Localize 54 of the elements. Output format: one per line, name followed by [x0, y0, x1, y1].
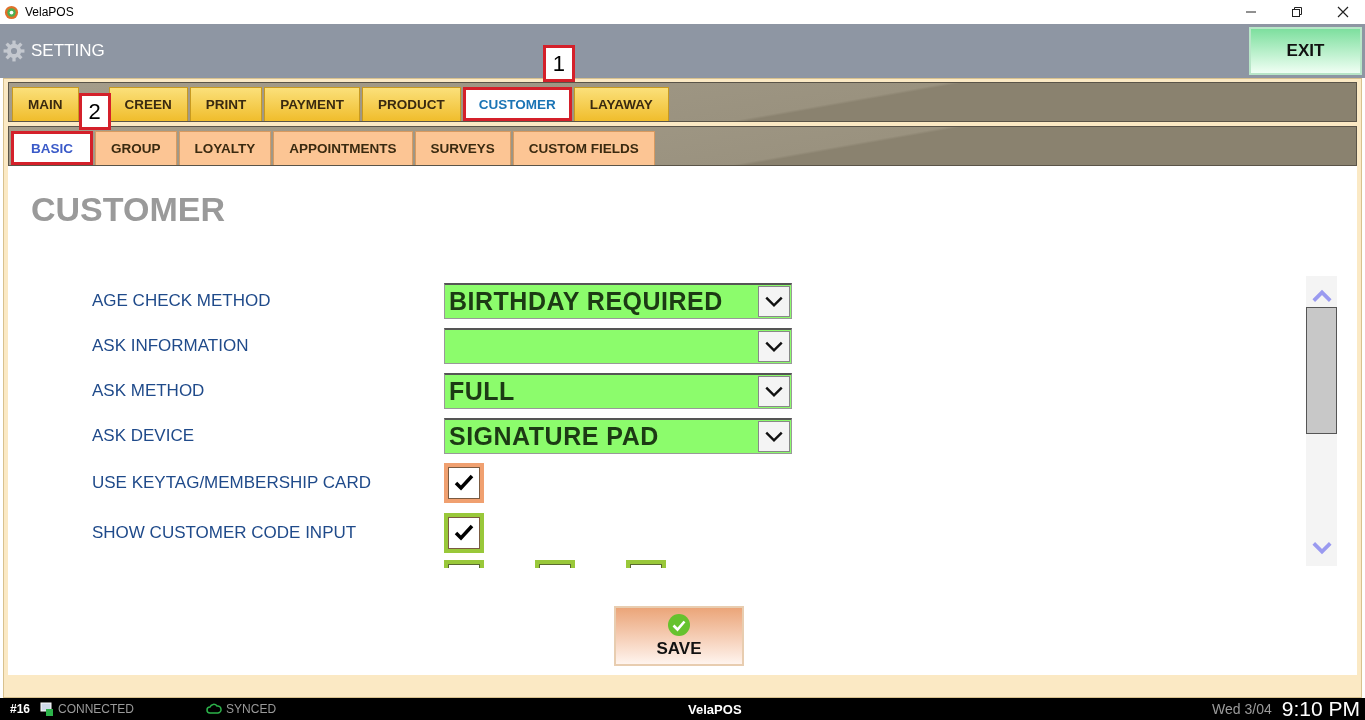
scrollbar[interactable]: [1306, 276, 1337, 566]
setting-label: ASK INFORMATION: [92, 335, 250, 356]
dropdown[interactable]: FULL: [444, 372, 792, 409]
callout-number: 2: [78, 93, 111, 130]
setting-label: AGE CHECK METHOD: [92, 290, 272, 311]
main-tab[interactable]: CUSTOMER: [462, 87, 572, 121]
main-tab[interactable]: CREEN: [108, 87, 188, 121]
window-title: VelaPOS: [25, 5, 74, 19]
setting-label: USE KEYTAG/MEMBERSHIP CARD: [92, 473, 372, 493]
chevron-down-icon: [758, 285, 790, 317]
app-logo-icon: [4, 4, 19, 20]
chevron-down-icon: [758, 330, 790, 362]
chevron-down-icon: [758, 420, 790, 452]
main-tab[interactable]: PRINT: [189, 87, 263, 121]
sub-tab[interactable]: LOYALTY: [178, 131, 272, 165]
section-title: CUSTOMER: [31, 190, 226, 230]
restore-icon[interactable]: [1291, 6, 1303, 18]
close-icon[interactable]: [1337, 6, 1349, 18]
brand-name: VelaPOS: [688, 701, 742, 717]
dropdown-value: BIRTHDAY REQUIRED: [448, 286, 724, 316]
computer-icon: [40, 702, 55, 716]
checkbox[interactable]: [444, 463, 484, 503]
station-number: #16: [10, 702, 31, 716]
sub-tab[interactable]: APPOINTMENTS: [273, 131, 413, 165]
gear-icon: [3, 40, 25, 62]
connection-status: CONNECTED: [58, 702, 135, 716]
sub-tab[interactable]: GROUP: [95, 131, 177, 165]
setting-label: ASK METHOD: [92, 380, 206, 401]
main-tab[interactable]: LAYAWAY: [573, 87, 669, 121]
date-text: Wed 3/04: [1212, 701, 1272, 717]
main-tab[interactable]: MAIN: [12, 87, 79, 121]
check-circle-icon: [667, 613, 691, 637]
dropdown-value: SIGNATURE PAD: [448, 421, 660, 451]
callout-number: 1: [542, 45, 575, 82]
main-tab[interactable]: PAYMENT: [264, 87, 361, 121]
exit-button[interactable]: EXIT: [1249, 27, 1362, 75]
sub-tab[interactable]: SURVEYS: [414, 131, 511, 165]
sub-tab[interactable]: CUSTOM FIELDS: [512, 131, 655, 165]
header-title: SETTING: [31, 41, 105, 61]
sync-status: SYNCED: [226, 702, 277, 716]
scrollbar-thumb[interactable]: [1306, 307, 1337, 434]
chevron-down-icon: [758, 375, 790, 407]
cloud-icon: [206, 702, 223, 716]
time-text: 9:10 PM: [1281, 697, 1360, 720]
dropdown[interactable]: BIRTHDAY REQUIRED: [444, 282, 792, 319]
main-tab[interactable]: PRODUCT: [362, 87, 461, 121]
setting-label: SHOW CUSTOMER CODE INPUT: [92, 523, 358, 543]
setting-label: ASK DEVICE: [92, 425, 196, 446]
save-button[interactable]: SAVE: [614, 606, 744, 666]
dropdown[interactable]: SIGNATURE PAD: [444, 417, 792, 454]
checkbox[interactable]: [444, 513, 484, 553]
sub-tab[interactable]: BASIC: [11, 131, 93, 165]
dropdown[interactable]: [444, 327, 792, 364]
dropdown-value: FULL: [448, 376, 516, 406]
